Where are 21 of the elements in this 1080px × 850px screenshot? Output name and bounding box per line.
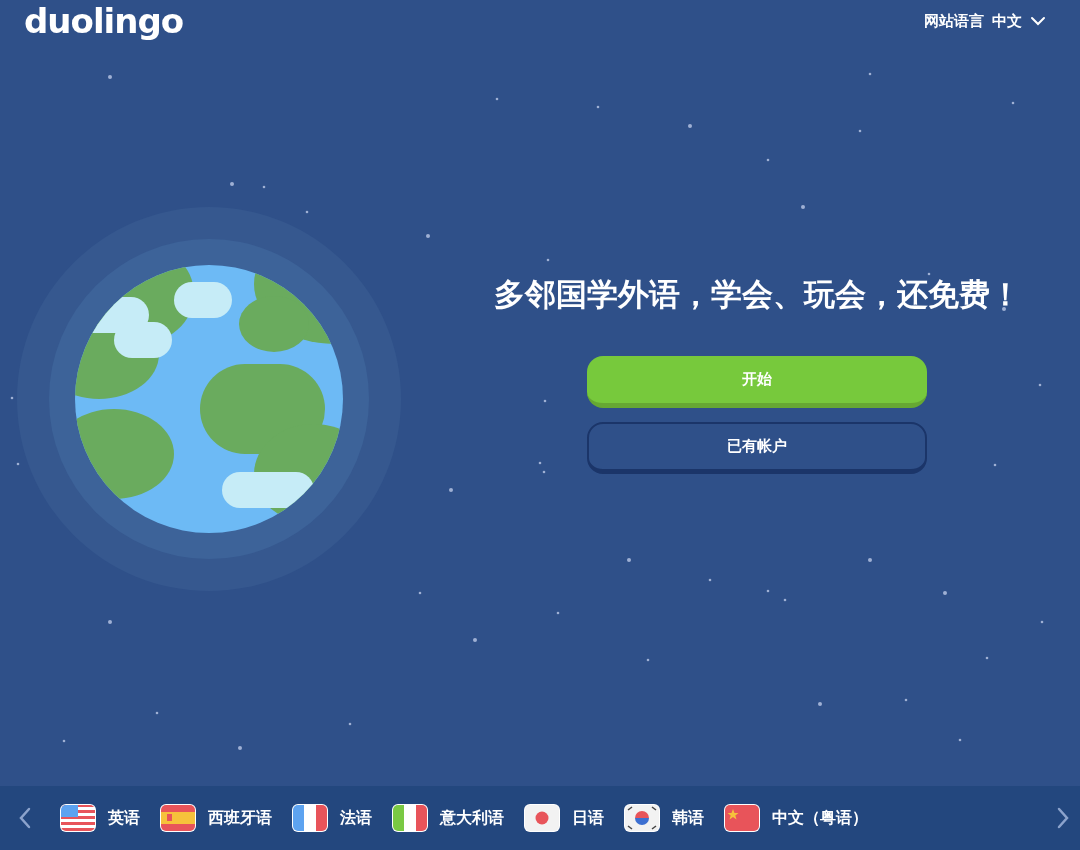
flag-icon[interactable] (624, 804, 660, 832)
chevron-down-icon (1030, 16, 1046, 26)
flag-icon[interactable] (292, 804, 328, 832)
language-link[interactable]: 中文（粤语） (772, 807, 868, 829)
language-link[interactable]: 意大利语 (440, 807, 504, 829)
language-link[interactable]: 日语 (572, 807, 604, 829)
login-button[interactable]: 已有帐户 (587, 422, 927, 474)
language-link[interactable]: 韩语 (672, 807, 704, 829)
language-link[interactable]: 英语 (108, 807, 140, 829)
site-language-dropdown[interactable]: 网站语言 中文 (924, 11, 1046, 31)
chevron-right-icon[interactable] (1056, 807, 1070, 829)
headline: 多邻国学外语，学会、玩会，还免费！ (493, 275, 1021, 314)
flag-icon[interactable] (392, 804, 428, 832)
chevron-left-icon[interactable] (18, 807, 32, 829)
flag-icon[interactable] (60, 804, 96, 832)
flag-icon[interactable] (724, 804, 760, 832)
flag-icon[interactable] (524, 804, 560, 832)
language-link[interactable]: 法语 (340, 807, 372, 829)
flag-icon[interactable] (160, 804, 196, 832)
logo[interactable]: duolingo (24, 1, 184, 41)
language-link[interactable]: 西班牙语 (208, 807, 272, 829)
